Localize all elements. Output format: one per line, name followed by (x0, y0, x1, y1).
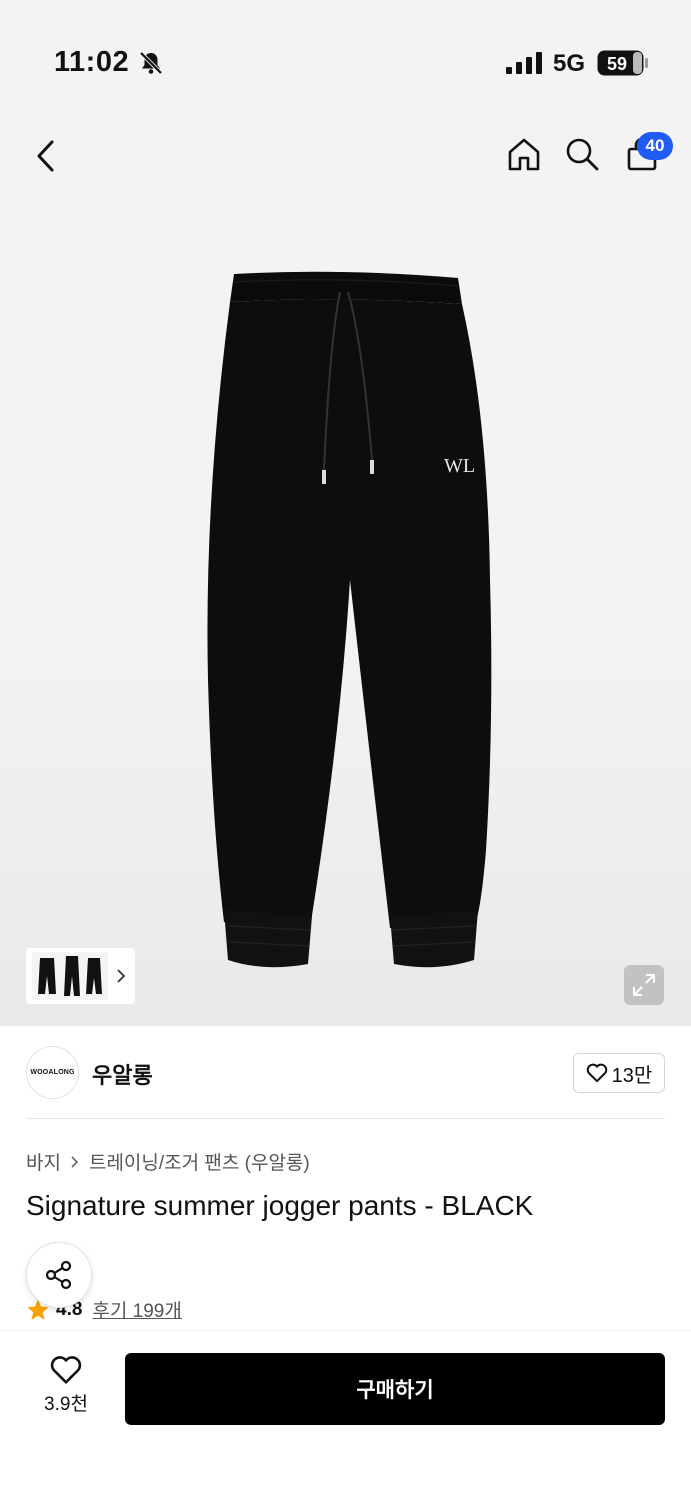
chevron-right-icon (117, 969, 126, 983)
battery-icon: 59 (597, 50, 648, 76)
product-image-pants[interactable]: WL (190, 260, 510, 980)
search-icon (566, 138, 599, 171)
thumbnail-image[interactable] (32, 952, 108, 1000)
wishlist-count: 3.9천 (44, 1394, 88, 1415)
status-bar: 11:02 5G 59 (0, 0, 691, 110)
bell-off-icon (139, 51, 163, 75)
breadcrumb-category[interactable]: 바지 (26, 1148, 61, 1175)
brand-name[interactable]: 우알롱 (92, 1058, 153, 1090)
brand-like-count: 13만 (611, 1064, 653, 1087)
fullscreen-button[interactable] (624, 965, 664, 1005)
share-button[interactable] (26, 1242, 92, 1308)
battery-level: 59 (607, 54, 627, 74)
breadcrumb: 바지 트레이닝/조거 팬츠 (우알롱) (26, 1148, 310, 1175)
brand-like-button[interactable]: 13만 (573, 1053, 665, 1093)
share-icon (45, 1260, 72, 1290)
home-icon (508, 138, 540, 171)
heart-icon (586, 1063, 607, 1083)
product-gallery[interactable]: 40 WL (0, 110, 691, 1026)
review-link[interactable]: 후기 199개 (92, 1296, 181, 1323)
brand-logo[interactable]: WOOALONG (26, 1046, 79, 1099)
breadcrumb-subcategory[interactable]: 트레이닝/조거 팬츠 (우알롱) (89, 1148, 310, 1175)
heart-icon (50, 1356, 82, 1384)
svg-text:WL: WL (444, 455, 475, 477)
product-title: Signature summer jogger pants - BLACK (26, 1190, 534, 1221)
divider (26, 1118, 665, 1119)
bottom-action-bar: 3.9천 구매하기 (0, 1330, 691, 1500)
cart-count-badge: 40 (637, 132, 673, 160)
wishlist-button[interactable]: 3.9천 (30, 1355, 102, 1419)
network-label: 5G (553, 50, 586, 77)
home-button[interactable] (502, 132, 546, 176)
back-button[interactable] (24, 134, 68, 178)
search-button[interactable] (560, 132, 604, 176)
expand-icon (633, 974, 655, 996)
chevron-right-icon (71, 1155, 79, 1168)
brand-row[interactable]: WOOALONG 우알롱 13만 (0, 1026, 691, 1120)
thumbnail-strip[interactable] (26, 948, 135, 1004)
status-time: 11:02 (54, 46, 130, 78)
signal-icon (506, 52, 542, 74)
chevron-left-icon (37, 140, 54, 172)
buy-button[interactable]: 구매하기 (125, 1353, 665, 1425)
